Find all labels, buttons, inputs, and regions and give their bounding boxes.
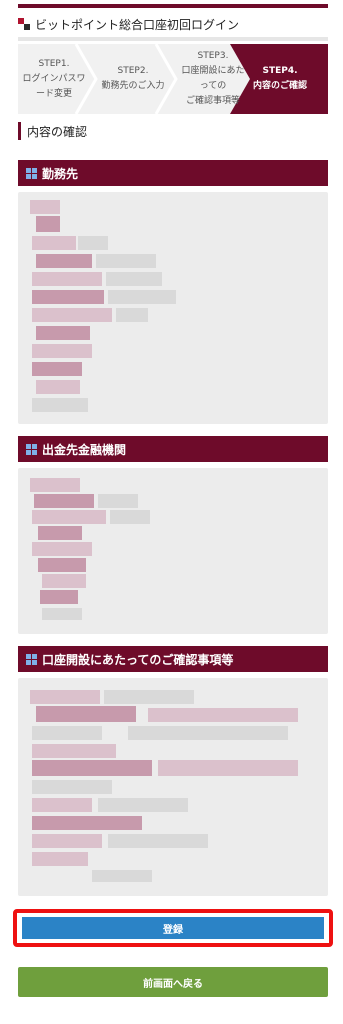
step-2: STEP2. 勤務先のご入力 — [94, 44, 172, 114]
brand-logo-icon — [18, 17, 31, 31]
step-1-label: STEP1. ログインパスワ ード変更 — [22, 58, 86, 99]
step-2-label: STEP2. 勤務先のご入力 — [101, 66, 165, 91]
section-heading-text: 内容の確認 — [27, 124, 88, 139]
employer-details-panel — [18, 192, 328, 424]
employer-group-header: 勤務先 — [18, 160, 328, 186]
step-4-label: STEP4. 内容のご確認 — [252, 66, 307, 91]
title-divider — [18, 37, 328, 41]
register-button[interactable]: 登録 — [22, 917, 324, 939]
page-title: ビットポイント総合口座初回ログイン — [35, 17, 240, 32]
top-rule — [18, 4, 328, 8]
confirm-group-header: 口座開設にあたってのご確認事項等 — [18, 646, 328, 672]
confirm-group-title: 口座開設にあたってのご確認事項等 — [42, 652, 234, 667]
confirm-details-panel — [18, 678, 328, 896]
bank-group-title: 出金先金融機関 — [42, 442, 127, 457]
step-indicator: STEP1. ログインパスワ ード変更 STEP2. 勤務先のご入力 STEP3. 口座… — [18, 44, 328, 114]
bank-details-panel — [18, 468, 328, 634]
section-heading: 内容の確認 — [18, 121, 87, 141]
back-button[interactable]: 前画面へ戻る — [18, 967, 328, 997]
page-header: ビットポイント総合口座初回ログイン — [18, 15, 328, 33]
grid-icon — [26, 167, 37, 179]
employer-group-title: 勤務先 — [42, 166, 79, 181]
section-accent-bar — [18, 122, 21, 140]
grid-icon — [26, 443, 37, 455]
step-1: STEP1. ログインパスワ ード変更 — [18, 44, 90, 114]
step-4-active: STEP4. 内容のご確認 — [232, 44, 328, 114]
grid-icon — [26, 653, 37, 665]
bank-group-header: 出金先金融機関 — [18, 436, 328, 462]
